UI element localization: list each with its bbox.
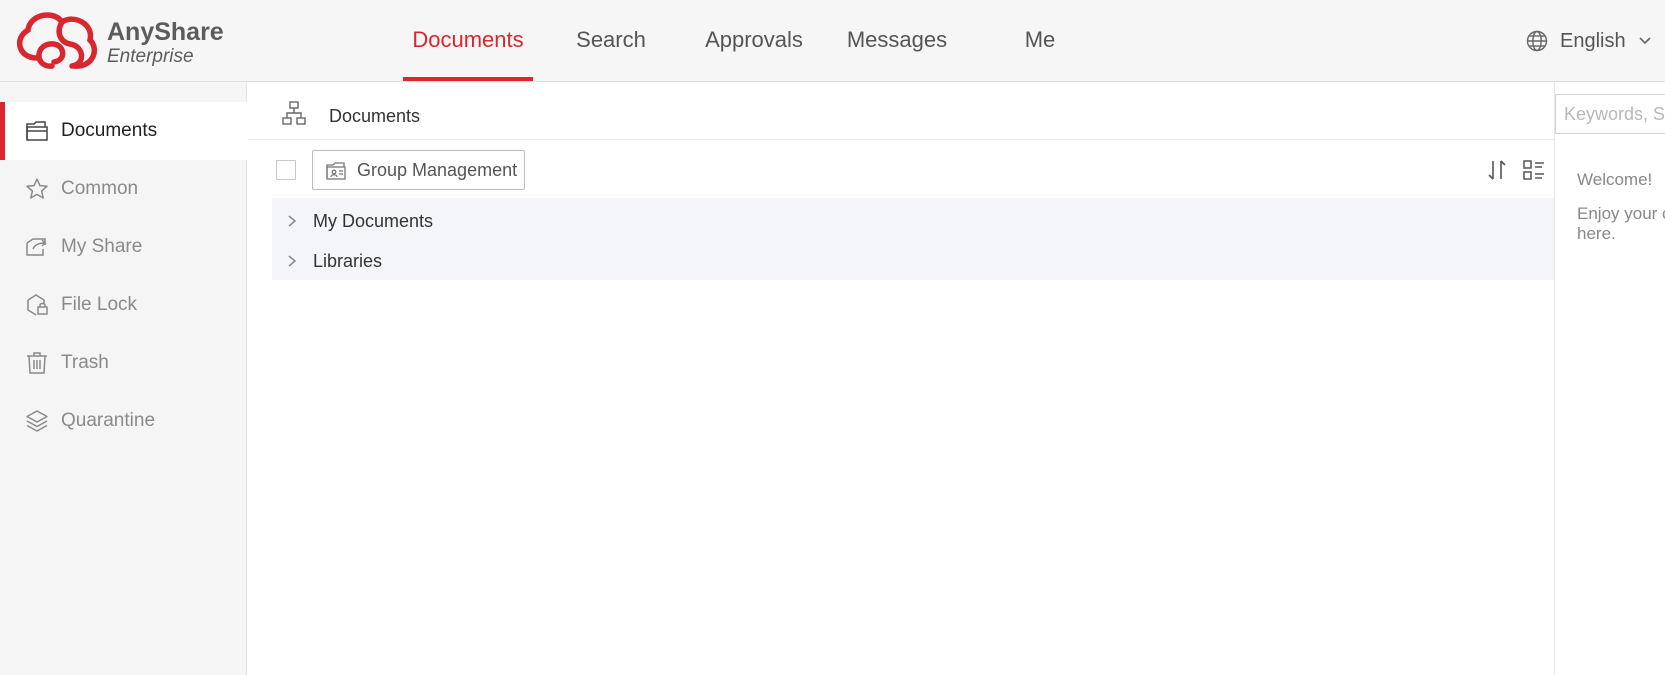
chevron-right-icon[interactable] (286, 214, 298, 228)
tree-item-my-documents[interactable]: My Documents (272, 200, 1554, 240)
enjoy-text: Enjoy your c here. (1577, 204, 1665, 243)
chevron-down-icon (1639, 37, 1651, 45)
sidebar-item-label: Quarantine (61, 410, 156, 431)
document-tree: My Documents Libraries (272, 198, 1554, 280)
chevron-right-icon[interactable] (286, 254, 298, 268)
tree-item-label: My Documents (313, 211, 434, 231)
sidebar-item-label: Documents (61, 120, 158, 141)
star-icon (26, 178, 48, 199)
tree-item-label: Libraries (313, 251, 383, 271)
nav-approvals[interactable]: Approvals (700, 0, 808, 82)
sidebar: Documents Common My Share File Lock Tras… (0, 82, 247, 675)
share-icon (26, 238, 47, 256)
trash-icon (27, 352, 47, 374)
nav-documents[interactable]: Documents (403, 0, 533, 82)
toolbar: Group Management (248, 140, 1554, 198)
sidebar-item-common[interactable]: Common (0, 160, 247, 218)
nav-me[interactable]: Me (1016, 0, 1064, 82)
globe-icon (1526, 30, 1548, 52)
top-header: AnyShare Enterprise Documents Search App… (0, 0, 1665, 82)
sidebar-item-quarantine[interactable]: Quarantine (0, 392, 247, 450)
welcome-text: Welcome! (1577, 170, 1653, 189)
search-input[interactable] (1555, 94, 1665, 134)
sort-icon[interactable] (1485, 158, 1509, 182)
tree-structure-icon[interactable] (282, 101, 306, 125)
sidebar-item-label: File Lock (61, 294, 138, 315)
logo-subtitle: Enterprise (107, 46, 194, 67)
nav-search[interactable]: Search (568, 0, 654, 82)
main-content: Documents Group Management My Documents … (248, 82, 1554, 675)
sidebar-item-label: Common (61, 178, 139, 199)
group-management-label: Group Management (357, 160, 518, 180)
logo-mark-icon (16, 12, 97, 69)
file-lock-icon (27, 294, 48, 316)
nav-messages[interactable]: Messages (846, 0, 948, 82)
sidebar-item-trash[interactable]: Trash (0, 334, 247, 392)
group-management-button[interactable]: Group Management (312, 150, 525, 190)
sidebar-item-label: Trash (61, 352, 109, 373)
folder-icon (26, 121, 48, 141)
language-selector[interactable]: English (1526, 27, 1652, 55)
group-folder-icon (326, 162, 346, 180)
sidebar-item-my-share[interactable]: My Share (0, 218, 247, 276)
breadcrumb-documents[interactable]: Documents (329, 106, 420, 127)
sidebar-item-file-lock[interactable]: File Lock (0, 276, 247, 334)
logo-name: AnyShare (107, 18, 224, 46)
sidebar-item-label: My Share (61, 236, 143, 257)
info-panel: Welcome! Enjoy your c here. (1554, 82, 1665, 675)
select-all-checkbox[interactable] (276, 160, 296, 180)
breadcrumb: Documents (248, 82, 1554, 140)
sidebar-item-documents[interactable]: Documents (0, 102, 247, 160)
anyshare-logo[interactable]: AnyShare Enterprise (12, 8, 224, 72)
language-label: English (1560, 29, 1626, 52)
tree-item-libraries[interactable]: Libraries (272, 240, 1554, 280)
list-view-icon[interactable] (1522, 158, 1546, 182)
layers-icon (26, 410, 48, 432)
